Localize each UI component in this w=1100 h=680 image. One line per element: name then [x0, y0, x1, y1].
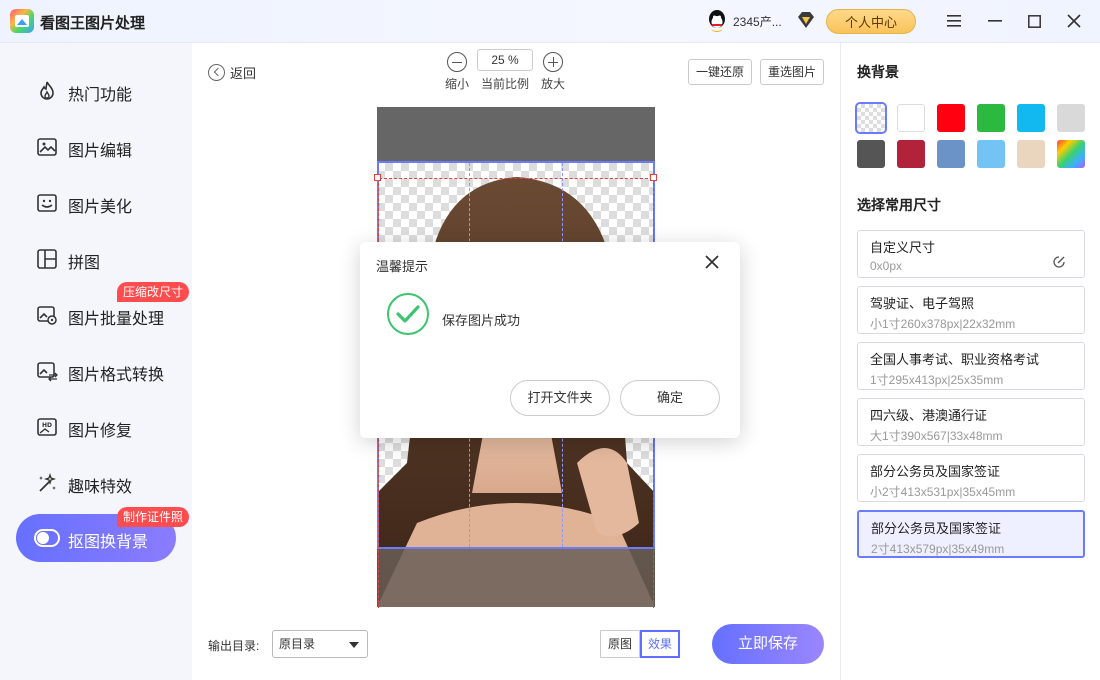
zoom-in-icon[interactable] [543, 52, 563, 72]
image-edit-icon [37, 138, 57, 156]
background-color-swatch[interactable] [1057, 140, 1085, 168]
back-arrow-icon [208, 64, 225, 81]
magic-wand-icon [39, 472, 57, 492]
id-photo-badge: 制作证件照 [117, 507, 190, 527]
batch-process-icon [37, 306, 57, 325]
sidebar-item-hot-features[interactable]: 热门功能 [16, 67, 176, 115]
size-section-title: 选择常用尺寸 [857, 197, 941, 213]
effect-view-button[interactable]: 效果 [640, 630, 680, 658]
collage-icon [37, 249, 57, 269]
original-view-button[interactable]: 原图 [600, 630, 640, 658]
dialog-message: 保存图片成功 [442, 313, 521, 328]
size-option-exam[interactable]: 全国人事考试、职业资格考试 1寸295x413px|25x35mm [857, 342, 1085, 390]
sidebar-item-label: 图片格式转换 [68, 367, 165, 384]
background-color-swatch[interactable] [937, 104, 965, 132]
format-convert-icon [37, 362, 58, 382]
zoom-out-label[interactable]: 缩小 [445, 75, 469, 92]
background-color-swatch[interactable] [977, 140, 1005, 168]
save-now-button[interactable]: 立即保存 [712, 624, 824, 664]
sidebar-item-image-beautify[interactable]: 图片美化 [16, 179, 176, 227]
sidebar-item-label: 图片编辑 [68, 143, 133, 160]
toggle-icon [34, 529, 60, 547]
dialog-close-icon[interactable] [704, 254, 720, 270]
sidebar-item-label: 趣味特效 [68, 479, 133, 496]
output-dir-label: 输出目录: [208, 639, 260, 653]
hd-repair-icon: HD [37, 418, 57, 436]
ok-button[interactable]: 确定 [620, 380, 720, 416]
zoom-in-label[interactable]: 放大 [541, 75, 565, 92]
size-option-visa-2inch[interactable]: 部分公务员及国家签证 2寸413x579px|35x49mm [857, 510, 1085, 558]
minimize-icon[interactable] [985, 11, 1005, 31]
dialog-title: 温馨提示 [376, 259, 429, 274]
back-button[interactable]: 返回 [208, 63, 256, 82]
reset-button[interactable]: 一键还原 [688, 59, 753, 85]
background-color-swatch[interactable] [1017, 104, 1045, 132]
background-color-swatch[interactable] [855, 102, 887, 134]
sidebar-item-fun-effects[interactable]: 趣味特效 [16, 459, 176, 507]
zoom-ratio-label: 当前比例 [481, 77, 530, 91]
crop-handle-right[interactable] [650, 174, 657, 181]
background-section-title: 换背景 [857, 64, 899, 80]
user-name[interactable]: 2345产... [733, 13, 782, 30]
open-folder-button[interactable]: 打开文件夹 [510, 380, 610, 416]
sidebar-item-label: 拼图 [68, 255, 101, 272]
close-icon[interactable] [1064, 11, 1084, 31]
sidebar-item-collage[interactable]: 拼图 [16, 235, 176, 283]
crop-guide-top [379, 178, 653, 179]
app-logo-icon [10, 9, 34, 33]
size-option-cet-pass[interactable]: 四六级、港澳通行证 大1寸390x567|33x48mm [857, 398, 1085, 446]
sidebar-item-label: 热门功能 [68, 87, 133, 104]
menu-icon[interactable] [944, 11, 964, 31]
sidebar-item-format-convert[interactable]: 图片格式转换 [16, 347, 176, 395]
back-label: 返回 [230, 66, 257, 81]
sidebar-item-label: 图片美化 [68, 199, 133, 216]
success-dialog: 温馨提示 保存图片成功 打开文件夹 确定 [360, 242, 740, 438]
sidebar: 热门功能 图片编辑 图片美化 拼图 图片批量处理 压缩改尺寸 图片格式转换 HD… [0, 43, 192, 680]
flame-icon [40, 81, 54, 100]
background-color-swatch[interactable] [937, 140, 965, 168]
zoom-input[interactable]: 25 % [477, 49, 533, 71]
title-bar: 看图王图片处理 2345产... 个人中心 [0, 0, 1100, 43]
background-color-swatch[interactable] [1057, 104, 1085, 132]
compress-resize-badge: 压缩改尺寸 [117, 282, 190, 302]
size-option-driving-license[interactable]: 驾驶证、电子驾照 小1寸260x378px|22x32mm [857, 286, 1085, 334]
sidebar-item-image-repair[interactable]: HD 图片修复 [16, 403, 176, 451]
reselect-image-button[interactable]: 重选图片 [760, 59, 825, 85]
sidebar-item-label: 图片批量处理 [68, 311, 165, 328]
background-color-swatch[interactable] [897, 140, 925, 168]
maximize-icon[interactable] [1024, 11, 1044, 31]
app-title: 看图王图片处理 [40, 15, 146, 32]
qq-avatar-icon[interactable] [706, 9, 728, 33]
edit-icon[interactable] [1052, 255, 1066, 269]
personal-center-button[interactable]: 个人中心 [826, 9, 916, 34]
sidebar-item-label: 抠图换背景 [68, 534, 149, 551]
background-color-swatch[interactable] [1017, 140, 1045, 168]
chevron-down-icon [349, 642, 359, 648]
sidebar-item-label: 图片修复 [68, 423, 133, 440]
background-color-swatch[interactable] [857, 140, 885, 168]
image-beautify-icon [37, 194, 57, 212]
background-color-swatch[interactable] [897, 104, 925, 132]
sidebar-item-image-edit[interactable]: 图片编辑 [16, 123, 176, 171]
background-color-swatch[interactable] [977, 104, 1005, 132]
crop-handle-left[interactable] [374, 174, 381, 181]
svg-text:HD: HD [42, 422, 52, 429]
vip-diamond-icon[interactable] [796, 11, 816, 29]
size-option-custom[interactable]: 自定义尺寸 0x0px [857, 230, 1085, 278]
success-check-icon [387, 293, 429, 335]
size-option-visa-small2[interactable]: 部分公务员及国家签证 小2寸413x531px|35x45mm [857, 454, 1085, 502]
output-dir-select[interactable]: 原目录 [272, 630, 368, 658]
right-panel: 换背景 选择常用尺寸 自定义尺寸 0x0px 驾驶证、电子驾照 小1寸260x3… [840, 43, 1100, 680]
zoom-out-icon[interactable] [447, 52, 467, 72]
